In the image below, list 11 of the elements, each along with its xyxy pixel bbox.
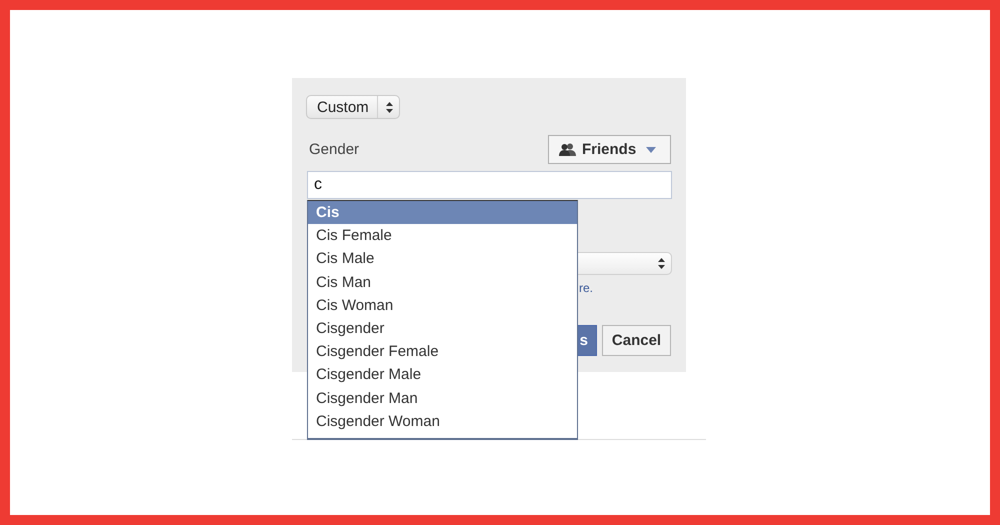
hint-text: re. [579,281,594,295]
audience-button[interactable]: Friends [548,135,671,164]
suggestion-item[interactable]: Cis [308,201,577,224]
stepper-icon [658,258,665,269]
stepper-icon [386,102,393,112]
caret-icon [646,146,656,152]
people-icon [559,143,576,156]
input-field[interactable]: c [307,171,672,199]
cancel-button[interactable]: Cancel [602,325,671,356]
privacy-select[interactable]: Custom [306,95,400,119]
field-label: Gender [308,141,360,158]
